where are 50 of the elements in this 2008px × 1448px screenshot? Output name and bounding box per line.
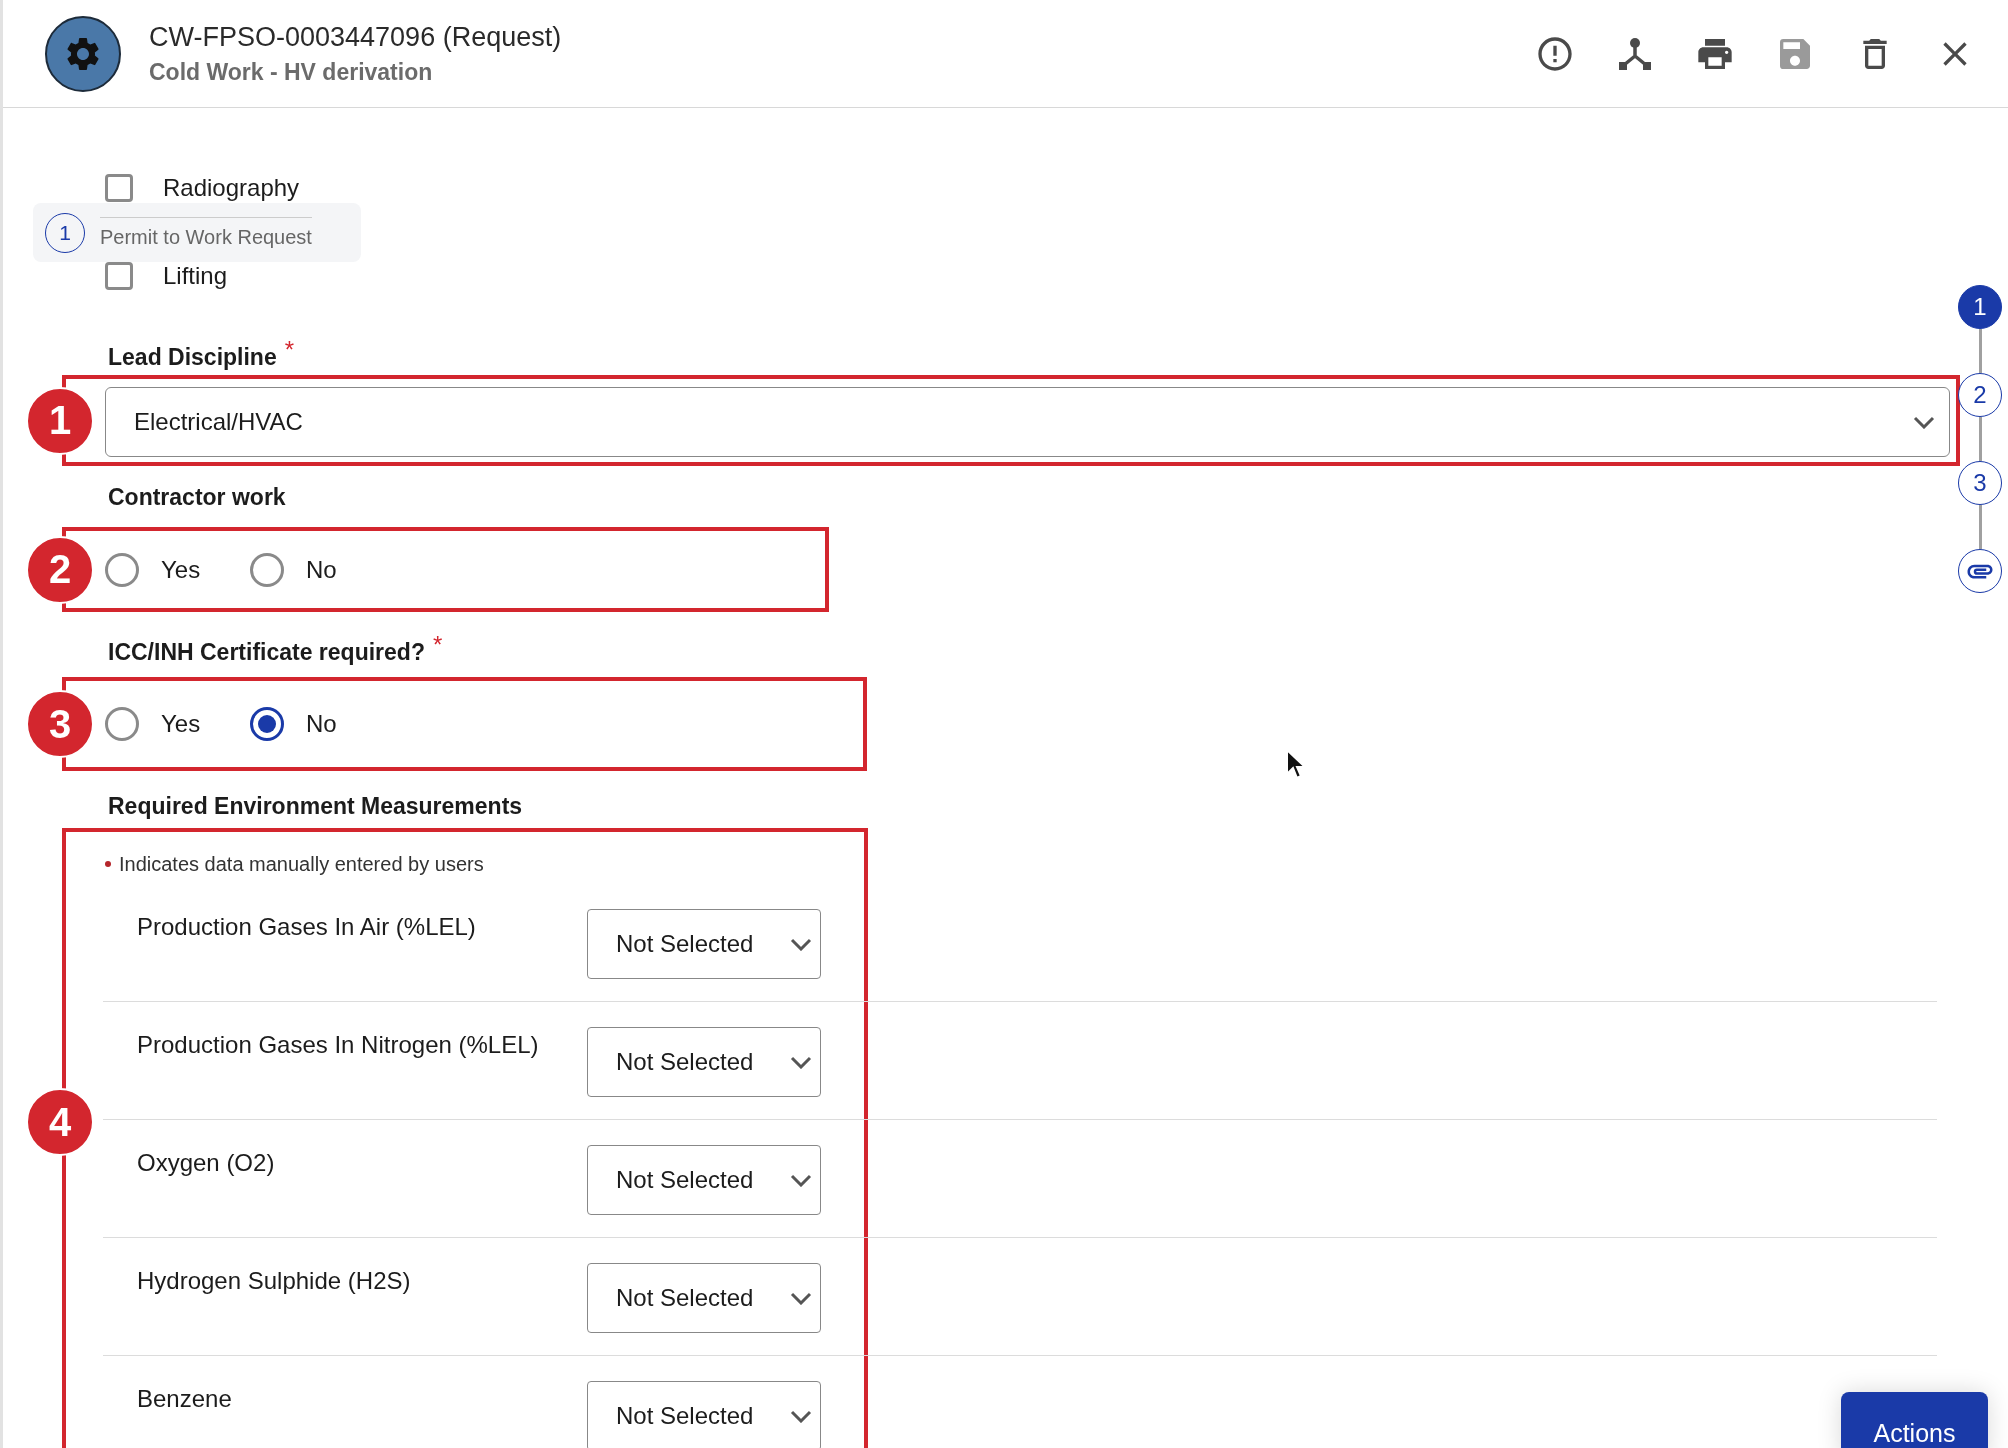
checkbox-label: Lifting [163,262,228,290]
chevron-down-icon [790,1173,812,1187]
checkbox[interactable] [105,174,133,202]
tooltip-text: Permit to Work Request [100,216,312,249]
radio-label: No [306,555,337,584]
radio-button[interactable] [105,552,139,587]
dropdown-field[interactable]: Electrical/HVAC [105,387,1950,457]
field-label: Contractor work [108,484,286,511]
required-asterisk: * [284,336,295,364]
branch-icon [1617,35,1653,72]
chevron-down-icon [790,1055,812,1069]
measurement-label: Oxygen (O2) [137,1149,276,1178]
annotation-badge: 1 [26,386,94,455]
radio-button[interactable] [105,707,139,741]
radio-button[interactable] [250,552,284,587]
dropdown-field[interactable]: Not Selected [587,1145,821,1215]
radio-label: No [306,710,337,738]
required-asterisk: * [432,631,443,659]
annotation-badge: 2 [26,535,94,604]
bullet-dot [105,861,111,867]
annotation-badge: 4 [26,1088,94,1156]
field-label: ICC/INH Certificate required? [108,639,425,666]
dropdown-field[interactable]: Not Selected [587,1381,821,1448]
chevron-down-icon [790,937,812,951]
step-button[interactable]: 1 [1958,285,2002,329]
step-button[interactable]: 2 [1958,373,2002,417]
measurement-label: Production Gases In Air (%LEL) [137,913,477,942]
radio-label: Yes [161,710,201,738]
checkbox[interactable] [105,262,133,290]
legend-note: Indicates data manually entered by users [119,852,484,876]
annotation-badge: 3 [26,690,94,758]
section-title: Required Environment Measurements [108,793,523,820]
chevron-down-icon [1913,415,1935,429]
radio-button[interactable] [250,707,284,741]
attachments-step[interactable] [1958,549,2002,593]
measurement-label: Hydrogen Sulphide (H2S) [137,1267,412,1296]
record-subtitle: Cold Work - HV derivation [149,58,434,86]
field-label: Lead Discipline [108,344,277,371]
record-title: CW-FPSO-0003447096 (Request) [149,21,563,53]
dropdown-field[interactable]: Not Selected [587,1263,821,1333]
measurement-label: Benzene [137,1385,233,1414]
radio-label: Yes [161,555,201,584]
checkbox-label: Radiography [163,174,300,202]
step-button[interactable]: 3 [1958,461,2002,505]
actions-button[interactable]: Actions [1841,1392,1988,1448]
measurement-label: Production Gases In Nitrogen (%LEL) [137,1031,540,1060]
chevron-down-icon [790,1291,812,1305]
dropdown-field[interactable]: Not Selected [587,909,821,979]
chevron-down-icon [790,1409,812,1423]
dropdown-field[interactable]: Not Selected [587,1027,821,1097]
